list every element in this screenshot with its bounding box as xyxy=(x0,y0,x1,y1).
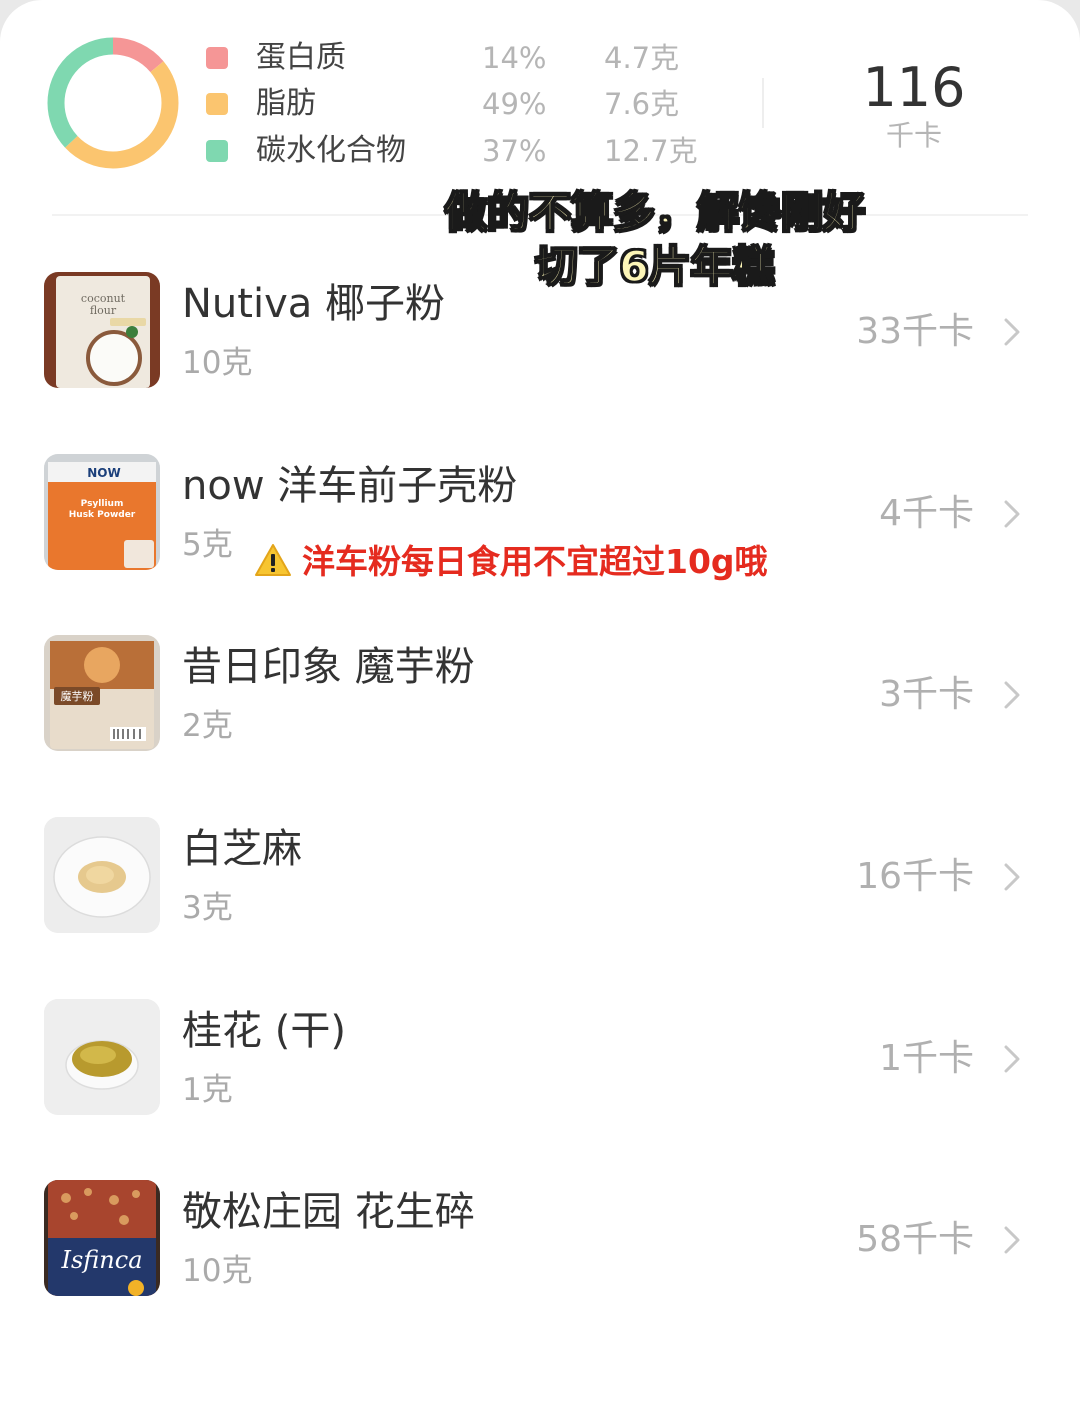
food-weight: 10克 xyxy=(182,1253,253,1289)
svg-text:Psyllium: Psyllium xyxy=(81,499,124,509)
food-name: 白芝麻 xyxy=(182,826,302,872)
macro-percent: 14% xyxy=(482,41,547,75)
chevron-right-icon xyxy=(1004,1045,1020,1073)
svg-text:Isfinca: Isfinca xyxy=(60,1246,142,1274)
chopped-peanuts-image: Isfinca xyxy=(44,1180,160,1296)
protein-color-dot xyxy=(206,47,228,69)
food-name: 敬松庄园 花生碎 xyxy=(182,1189,475,1235)
total-calories-value: 116 xyxy=(862,56,966,119)
svg-text:flour: flour xyxy=(90,304,117,317)
dried-osmanthus-image xyxy=(44,999,160,1115)
caption-line-1: 做的不算多，解馋刚好 xyxy=(444,187,866,238)
white-sesame-image xyxy=(44,817,160,933)
macro-percent: 49% xyxy=(482,87,547,121)
caption-line-2: 切了6片年糕 xyxy=(535,241,776,292)
macro-amount: 7.6克 xyxy=(604,87,680,121)
coconut-flour-image: coconut flour xyxy=(44,272,160,388)
macro-donut-chart xyxy=(47,37,179,169)
food-calories: 16千卡 xyxy=(856,856,974,897)
chevron-right-icon xyxy=(1004,318,1020,346)
food-row-osmanthus[interactable]: 桂花 (干) 1克 1千卡 xyxy=(0,999,1080,1181)
food-calories: 58千卡 xyxy=(856,1219,974,1260)
macro-percent: 37% xyxy=(482,134,547,168)
food-weight: 5克 xyxy=(182,527,233,563)
food-row-konjac[interactable]: 魔芋粉 昔日印象 魔芋粉 2克 3千卡 xyxy=(0,635,1080,817)
food-calories: 33千卡 xyxy=(856,311,974,352)
warning-icon xyxy=(255,544,291,576)
food-row-sesame[interactable]: 白芝麻 3克 16千卡 xyxy=(0,817,1080,999)
food-row-psyllium[interactable]: NOW Psyllium Husk Powder now 洋车前子壳粉 5克 4… xyxy=(0,454,1080,636)
warning-text: 洋车粉每日食用不宜超过10g哦 xyxy=(302,542,768,581)
overlay-caption: 做的不算多，解馋刚好 切了6片年糕 xyxy=(400,186,910,294)
chevron-right-icon xyxy=(1004,500,1020,528)
food-calories: 3千卡 xyxy=(879,674,974,715)
konjac-powder-image: 魔芋粉 xyxy=(44,635,160,751)
food-row-peanuts[interactable]: Isfinca 敬松庄园 花生碎 10克 58千卡 xyxy=(0,1180,1080,1362)
food-name: 桂花 (干) xyxy=(182,1008,346,1054)
food-name: now 洋车前子壳粉 xyxy=(182,463,518,509)
macro-name: 脂肪 xyxy=(256,86,316,121)
macro-row-fat: 脂肪 49% 7.6克 xyxy=(206,84,726,130)
macro-name: 碳水化合物 xyxy=(256,133,406,168)
meal-detail-card: 蛋白质 14% 4.7克 脂肪 49% 7.6克 碳水化合物 37% 12.7克… xyxy=(0,0,1080,1405)
food-calories: 4千卡 xyxy=(879,493,974,534)
food-weight: 10克 xyxy=(182,345,253,381)
svg-text:Husk Powder: Husk Powder xyxy=(69,510,136,520)
svg-text:魔芋粉: 魔芋粉 xyxy=(61,689,94,703)
chevron-right-icon xyxy=(1004,1226,1020,1254)
macro-row-protein: 蛋白质 14% 4.7克 xyxy=(206,38,726,84)
food-weight: 3克 xyxy=(182,890,233,926)
macro-name: 蛋白质 xyxy=(256,40,346,75)
food-row-coconut-flour[interactable]: coconut flour Nutiva 椰子粉 10克 33千卡 xyxy=(0,272,1080,454)
macro-amount: 4.7克 xyxy=(604,41,680,75)
chevron-right-icon xyxy=(1004,681,1020,709)
food-calories: 1千卡 xyxy=(879,1038,974,1079)
total-calories-unit: 千卡 xyxy=(885,119,942,152)
summary-divider xyxy=(762,78,764,128)
food-name: 昔日印象 魔芋粉 xyxy=(182,644,475,690)
psyllium-warning: 洋车粉每日食用不宜超过10g哦 xyxy=(254,540,768,584)
macro-row-carbs: 碳水化合物 37% 12.7克 xyxy=(206,131,726,177)
macro-amount: 12.7克 xyxy=(604,134,698,168)
svg-text:NOW: NOW xyxy=(87,466,120,480)
chevron-right-icon xyxy=(1004,863,1020,891)
food-weight: 1克 xyxy=(182,1072,233,1108)
fat-color-dot xyxy=(206,93,228,115)
carbs-color-dot xyxy=(206,140,228,162)
food-weight: 2克 xyxy=(182,708,233,744)
psyllium-husk-image: NOW Psyllium Husk Powder xyxy=(44,454,160,570)
